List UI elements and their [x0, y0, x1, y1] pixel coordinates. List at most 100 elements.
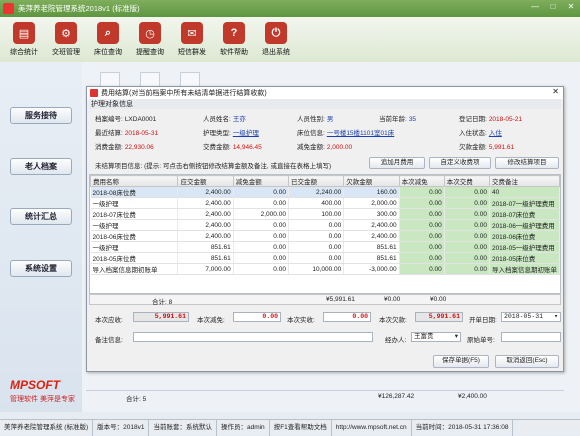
table-cell[interactable]: 40	[489, 186, 560, 198]
table-cell[interactable]: 0.00	[444, 197, 490, 209]
orig-input[interactable]	[501, 332, 561, 342]
table-cell[interactable]: 2018-07床位费	[489, 208, 560, 220]
table-cell[interactable]: 0.00	[399, 252, 445, 264]
table-cell: 一级护理	[90, 241, 179, 253]
status-version: 版本号：2018v1	[93, 419, 150, 436]
handover-button[interactable]: ⚙ 交班管理	[48, 21, 84, 59]
column-header[interactable]: 应交金额	[177, 175, 234, 187]
sidebar-item-settings[interactable]: 系统设置	[10, 260, 72, 277]
table-cell[interactable]: 2018-06床位费	[489, 230, 560, 242]
table-cell[interactable]: 0.00	[399, 230, 445, 242]
table-cell[interactable]: 0.00	[399, 208, 445, 220]
date-picker[interactable]: 2018-05-31 ▾	[501, 312, 561, 322]
field-care-type: 护理类型: 一级护理	[203, 130, 259, 137]
table-cell: 10,000.00	[288, 263, 345, 275]
sidebar-item-archive[interactable]: 老人档案	[10, 158, 72, 175]
dialog-title-bar: 费用结算(对当前档案中所有未结清单据进行结算收款) ✕	[87, 87, 563, 99]
table-cell[interactable]: 0.00	[444, 241, 490, 253]
actual-label: 本次实收:	[287, 317, 315, 324]
save-button[interactable]: 保存单据(F5)	[433, 355, 489, 368]
table-cell[interactable]: 2018-06一级护理费用	[489, 219, 560, 231]
table-row[interactable]: 2018-06床位费 2,400.00 0.00 0.00 2,400.00 0.00 0.…	[90, 230, 560, 242]
table-cell[interactable]: 0.00	[444, 230, 490, 242]
table-cell: 7,000.00	[177, 263, 234, 275]
table-row[interactable]: 一级护理 2,400.00 0.00 400.00 2,000.00 0.00 0.00 20…	[90, 197, 560, 209]
table-cell[interactable]: 0.00	[399, 241, 445, 253]
status-account: 当前账套：系统默认	[149, 419, 217, 436]
table-cell[interactable]: 导入档案信息期初账单	[489, 263, 560, 275]
cancel-button[interactable]: 取消返回(Esc)	[495, 355, 559, 368]
column-header[interactable]: 减免金额	[232, 175, 289, 187]
close-button[interactable]: ✕	[565, 2, 577, 11]
chart-icon: ▤	[13, 22, 35, 44]
add-month-fee-button[interactable]: 追加月费用	[369, 157, 425, 169]
bed-query-button[interactable]: ⌕ 床位查询	[90, 21, 126, 59]
field-bed: 床位信息: 一号楼15楼1101室01床	[297, 130, 395, 137]
sms-label: 短信群发	[178, 49, 206, 56]
table-row[interactable]: 2018-08床位费 2,400.00 0.00 2,240.00 160.00 0.00…	[90, 186, 560, 198]
table-cell[interactable]: 2018-07一级护理费用	[489, 197, 560, 209]
column-header[interactable]: 欠款金额	[343, 175, 400, 187]
sms-button[interactable]: ✉ 短信群发	[174, 21, 210, 59]
custom-fee-button[interactable]: 自定义收费项	[429, 157, 491, 169]
table-row[interactable]: 导入档案信息期初账单 7,000.00 0.00 10,000.00 -3,000.00…	[90, 263, 560, 275]
field-relief: 减免金额: 2,000.00	[297, 144, 353, 151]
table-cell[interactable]: 2018-05一级护理费用	[489, 241, 560, 253]
sidebar-item-reception[interactable]: 服务接待	[10, 107, 72, 124]
table-cell: 0.00	[233, 241, 289, 253]
stats-button[interactable]: ▤ 综合统计	[6, 21, 42, 59]
table-cell: 一级护理	[90, 219, 179, 231]
status-website[interactable]: http://www.mpsoft.net.cn	[332, 419, 412, 436]
dialog-close-button[interactable]: ✕	[552, 87, 559, 96]
handler-label: 经办人:	[385, 337, 407, 344]
table-cell: 2,400.00	[177, 186, 234, 198]
table-cell: -3,000.00	[343, 263, 400, 275]
bed-query-label: 床位查询	[94, 49, 122, 56]
table-cell: 300.00	[343, 208, 400, 220]
table-cell[interactable]: 0.00	[444, 263, 490, 275]
table-row[interactable]: 一级护理 851.61 0.00 0.00 851.61 0.00 0.00 2018-05一…	[90, 241, 560, 253]
column-header[interactable]: 本次减免	[398, 175, 445, 187]
pending-label: 未结算项目信息: (提示: 可点击右侧按钮修改结算金额及备注, 或直接在表格上填…	[95, 163, 332, 170]
table-header-row: 费用名称 应交金额 减免金额 已交金额 欠款金额 本次减免 本次交费 交费备注	[90, 175, 560, 187]
table-row[interactable]: 2018-05床位费 851.61 0.00 0.00 851.61 0.00 0.00 20…	[90, 252, 560, 264]
status-operator: 操作员：admin	[217, 419, 270, 436]
reminder-button[interactable]: ◷ 提醒查询	[132, 21, 168, 59]
table-cell: 导入档案信息期初账单	[90, 263, 179, 275]
maximize-button[interactable]: □	[547, 2, 559, 11]
handler-select[interactable]: 王富贵 ▾	[411, 332, 461, 342]
table-cell[interactable]: 0.00	[444, 252, 490, 264]
relief-field[interactable]: 0.00	[233, 312, 281, 322]
field-age: 当前年龄: 35	[379, 116, 417, 123]
note-input[interactable]	[133, 332, 373, 342]
table-cell[interactable]: 0.00	[399, 186, 445, 198]
table-cell[interactable]: 0.00	[444, 186, 490, 198]
help-button[interactable]: ? 软件帮助	[216, 21, 252, 59]
table-cell[interactable]: 0.00	[444, 219, 490, 231]
table-cell: 851.61	[343, 252, 400, 264]
table-cell[interactable]: 0.00	[399, 263, 445, 275]
column-header[interactable]: 本次交费	[443, 175, 490, 187]
dialog-icon	[90, 89, 98, 97]
app-logo-icon	[3, 3, 14, 14]
table-cell[interactable]: 0.00	[444, 208, 490, 220]
modify-settle-button[interactable]: 修改结算项目	[495, 157, 559, 169]
exit-button[interactable]: ⏻ 退出系统	[258, 21, 294, 59]
bed-search-icon: ⌕	[97, 22, 119, 44]
table-row[interactable]: 2018-07床位费 2,400.00 2,000.00 100.00 300.00 0.…	[90, 208, 560, 220]
table-cell[interactable]: 0.00	[399, 197, 445, 209]
actual-field[interactable]: 0.00	[323, 312, 371, 322]
sms-icon: ✉	[181, 22, 203, 44]
minimize-button[interactable]: —	[529, 2, 541, 11]
column-header[interactable]: 交费备注	[488, 175, 560, 187]
field-consume: 消费金额: 22,930.06	[95, 144, 154, 151]
due-field: 5,991.61	[133, 312, 189, 322]
column-header[interactable]: 费用名称	[90, 175, 179, 187]
settlement-dialog: 费用结算(对当前档案中所有未结清单据进行结算收款) ✕ 护理对象信息 档案编号:…	[86, 86, 564, 372]
table-row[interactable]: 一级护理 2,400.00 0.00 0.00 2,400.00 0.00 0.00 2018…	[90, 219, 560, 231]
column-header[interactable]: 已交金额	[287, 175, 345, 187]
table-cell[interactable]: 0.00	[399, 219, 445, 231]
table-cell[interactable]: 2018-05床位费	[489, 252, 560, 264]
sidebar-item-stats[interactable]: 统计汇总	[10, 208, 72, 225]
table-cell: 400.00	[288, 197, 345, 209]
